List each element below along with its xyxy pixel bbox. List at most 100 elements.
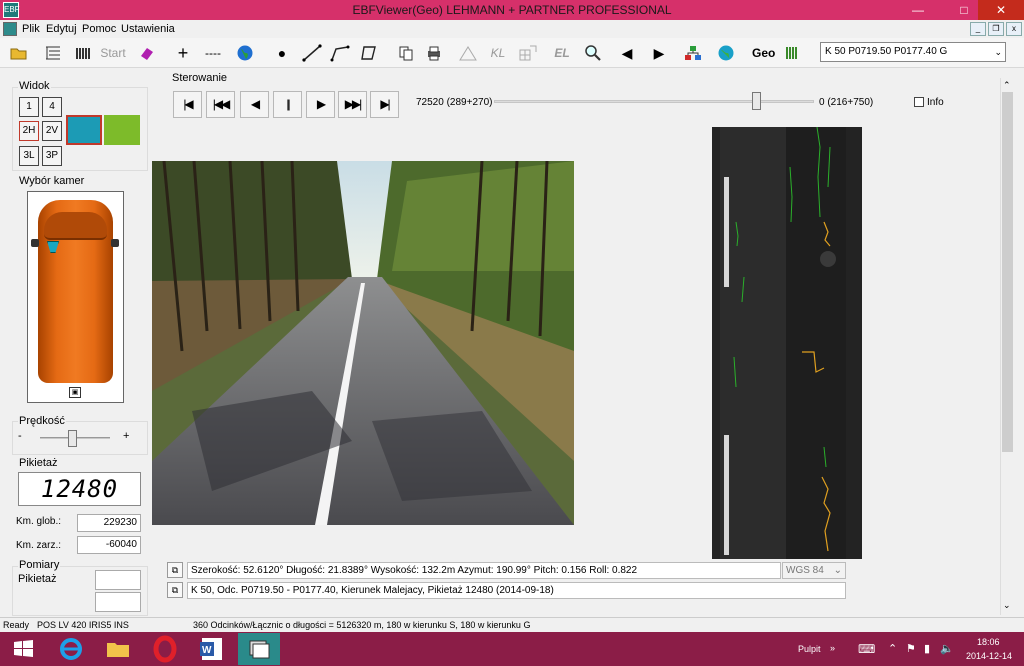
kl-button[interactable]: KL xyxy=(488,44,508,62)
step-forward-button[interactable]: ▶▶| xyxy=(338,91,367,118)
view-2v-button[interactable]: 2V xyxy=(42,121,62,141)
eraser-icon[interactable] xyxy=(138,44,156,62)
right-mirror-icon xyxy=(111,239,119,247)
polygon-icon[interactable] xyxy=(360,44,378,62)
el-button[interactable]: EL xyxy=(552,44,572,62)
open-folder-icon[interactable] xyxy=(10,44,28,62)
internet-explorer-icon[interactable] xyxy=(50,633,92,665)
status-summary: 360 Odcinków/Łącznic o długości = 512632… xyxy=(193,620,531,630)
polyline-icon[interactable] xyxy=(330,44,350,62)
clock-time: 18:06 xyxy=(977,637,1000,647)
search-icon[interactable] xyxy=(584,44,602,62)
view-3p-button[interactable]: 3P xyxy=(42,146,62,166)
info-checkbox-label: Info xyxy=(927,97,944,108)
pomiary-field-2[interactable] xyxy=(95,592,141,612)
menu-plik[interactable]: Plik xyxy=(22,23,40,35)
menu-bar: Plik Edytuj Pomoc Ustawienia _ ❐ x xyxy=(0,20,1024,38)
crs-select-value: WGS 84 xyxy=(786,565,824,576)
svg-text:W: W xyxy=(202,645,212,656)
km-zarz-field[interactable]: -60040 xyxy=(77,536,141,554)
list-tree-icon[interactable] xyxy=(44,44,62,62)
geo-button[interactable]: Geo xyxy=(752,44,775,62)
child-restore-icon[interactable]: ❐ xyxy=(988,22,1004,36)
chevron-up-icon[interactable]: ⌃ xyxy=(888,642,897,655)
rear-camera-icon[interactable]: ▣ xyxy=(69,387,81,398)
road-surface-scan xyxy=(712,127,862,559)
color-swatch-secondary[interactable] xyxy=(104,115,140,145)
measure-icon[interactable] xyxy=(458,44,478,62)
widok-label: Widok xyxy=(18,80,51,92)
title-bar[interactable]: EBF EBFViewer(Geo) LEHMANN + PARTNER PRO… xyxy=(0,0,1024,20)
menu-edytuj[interactable]: Edytuj xyxy=(46,23,77,35)
road-scene-image xyxy=(152,161,574,525)
line-icon[interactable] xyxy=(302,44,322,62)
pikietaz-label: Pikietaż xyxy=(18,457,59,469)
volume-icon[interactable]: 🔈 xyxy=(940,642,954,655)
start-button[interactable]: Start xyxy=(100,44,126,62)
tray-chevron-icon[interactable]: » xyxy=(830,643,835,653)
position-slider-track[interactable] xyxy=(494,100,814,103)
globe-icon[interactable] xyxy=(236,44,254,62)
step-back-button[interactable]: |◀◀ xyxy=(206,91,235,118)
dashed-line-button[interactable]: ---- xyxy=(202,44,224,62)
color-swatch-primary[interactable] xyxy=(66,115,102,145)
word-icon[interactable]: W xyxy=(191,633,233,665)
close-icon[interactable]: ✕ xyxy=(978,0,1024,20)
point-icon[interactable]: ● xyxy=(276,44,288,62)
layer-select[interactable]: K 50 P0719.50 P0177.40 G ⌄ xyxy=(820,42,1006,62)
columns-icon[interactable] xyxy=(74,44,92,62)
power-icon[interactable]: ▮ xyxy=(924,642,930,655)
status-bar: Ready POS LV 420 IRIS5 INS 360 Odcinków/… xyxy=(0,617,1024,632)
sterowanie-label: Sterowanie xyxy=(171,72,229,84)
copy-coords-icon[interactable]: ⧉ xyxy=(167,562,183,578)
crosshair-icon[interactable]: + xyxy=(174,44,192,62)
scroll-up-icon[interactable]: ⌃ xyxy=(1003,80,1011,91)
document-icon[interactable] xyxy=(3,22,17,36)
minimize-icon[interactable]: — xyxy=(904,0,932,20)
laser-scan-image[interactable] xyxy=(712,127,862,559)
vehicle-hood xyxy=(44,212,107,240)
info-checkbox[interactable] xyxy=(914,97,924,107)
view-3l-button[interactable]: 3L xyxy=(19,146,39,166)
printer-icon[interactable] xyxy=(425,44,443,62)
grid-icon[interactable] xyxy=(518,44,538,62)
menu-ustawienia[interactable]: Ustawienia xyxy=(121,23,175,35)
child-close-icon[interactable]: x xyxy=(1006,22,1022,36)
speed-label: Prędkość xyxy=(18,415,66,427)
position-slider-thumb[interactable] xyxy=(752,92,762,110)
copy-segment-icon[interactable]: ⧉ xyxy=(167,582,183,598)
play-reverse-button[interactable]: ◀ xyxy=(240,91,269,118)
view-2h-button[interactable]: 2H xyxy=(19,121,39,141)
camera-image[interactable] xyxy=(152,161,574,525)
pulpit-label[interactable]: Pulpit xyxy=(798,644,821,654)
menu-pomoc[interactable]: Pomoc xyxy=(82,23,116,35)
scroll-down-icon[interactable]: ⌄ xyxy=(1003,600,1011,611)
barcode-icon[interactable] xyxy=(784,44,800,62)
scrollbar-thumb[interactable] xyxy=(1002,92,1013,452)
world-icon[interactable] xyxy=(717,44,735,62)
file-explorer-icon[interactable] xyxy=(97,633,139,665)
view-4-button[interactable]: 4 xyxy=(42,97,62,117)
pomiary-pikietaz-label: Pikietaż xyxy=(18,573,57,585)
keyboard-icon[interactable]: ⌨ xyxy=(858,642,875,656)
speed-slider-thumb[interactable] xyxy=(67,430,77,447)
copy-icon[interactable] xyxy=(398,44,414,62)
network-icon[interactable] xyxy=(684,44,702,62)
go-first-button[interactable]: |◀ xyxy=(173,91,202,118)
ebfviewer-taskbar-icon[interactable] xyxy=(238,633,280,665)
windows-start-icon[interactable] xyxy=(2,633,44,665)
pause-button[interactable]: || xyxy=(273,91,302,118)
go-last-button[interactable]: ▶| xyxy=(370,91,399,118)
child-minimize-icon[interactable]: _ xyxy=(970,22,986,36)
opera-icon[interactable] xyxy=(144,633,186,665)
maximize-icon[interactable]: □ xyxy=(950,0,978,20)
flag-icon[interactable]: ⚑ xyxy=(906,642,916,655)
km-glob-field[interactable]: 229230 xyxy=(77,514,141,532)
play-button[interactable]: ▶ xyxy=(306,91,335,118)
view-1-button[interactable]: 1 xyxy=(19,97,39,117)
next-icon[interactable]: ▶ xyxy=(652,44,666,62)
previous-icon[interactable]: ◀ xyxy=(620,44,634,62)
status-device: POS LV 420 IRIS5 INS xyxy=(37,620,129,630)
crs-select[interactable]: WGS 84 ⌄ xyxy=(782,562,846,579)
pomiary-field-1[interactable] xyxy=(95,570,141,590)
